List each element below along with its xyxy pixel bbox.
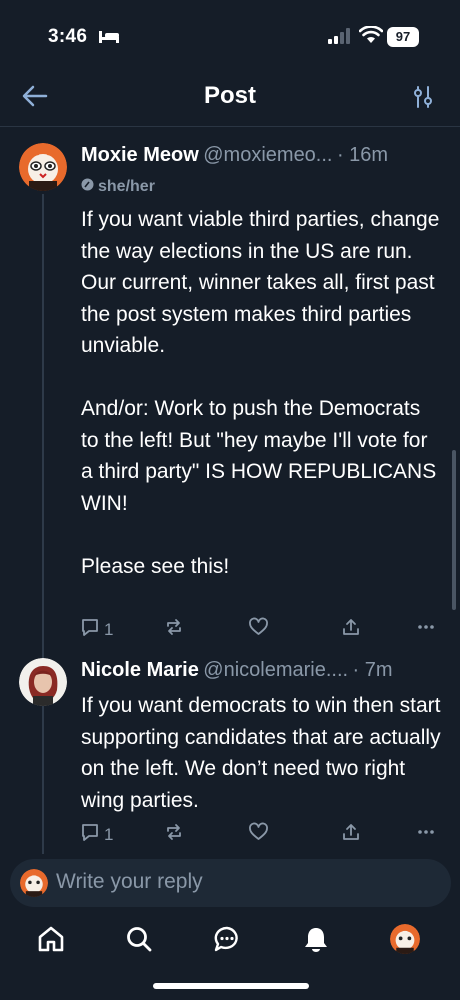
repost-button[interactable] — [164, 617, 184, 642]
author-handle[interactable]: @moxiemeo... — [203, 144, 332, 166]
repost-button[interactable] — [164, 822, 184, 847]
post-time: · 7m — [352, 659, 393, 681]
header-divider — [0, 126, 460, 127]
chat-icon[interactable] — [213, 925, 241, 958]
page-title: Post — [203, 82, 256, 109]
filter-icon[interactable] — [412, 85, 434, 114]
scrollbar[interactable] — [452, 450, 456, 610]
reply-icon — [80, 617, 100, 642]
reply-avatar — [20, 869, 48, 897]
post-text: If you want democrats to win then start … — [81, 694, 441, 812]
profile-avatar[interactable] — [390, 924, 420, 954]
like-button[interactable] — [248, 822, 269, 847]
reply-button[interactable]: 1 — [80, 617, 113, 642]
avatar[interactable] — [19, 658, 67, 706]
reply-icon — [80, 822, 100, 847]
more-icon — [416, 822, 436, 847]
author-name[interactable]: Moxie Meow — [81, 144, 199, 166]
share-button[interactable] — [341, 822, 361, 847]
more-icon — [416, 617, 436, 642]
pronouns: she/her — [98, 178, 155, 195]
like-button[interactable] — [248, 617, 269, 642]
wifi-icon — [358, 25, 384, 49]
post-time: · 16m — [336, 144, 389, 166]
signal-icon — [328, 28, 350, 49]
author-name[interactable]: Nicole Marie — [81, 659, 199, 681]
post-header: Moxie Meow @moxiemeo... · 16m — [81, 144, 388, 167]
post-header: Nicole Marie @nicolemarie.... · 7m — [81, 659, 393, 682]
more-button[interactable] — [416, 617, 436, 642]
repost-icon — [164, 617, 184, 642]
status-time: 3:46 — [48, 26, 88, 47]
reply-button[interactable]: 1 — [80, 822, 113, 847]
more-button[interactable] — [416, 822, 436, 847]
share-button[interactable] — [341, 617, 361, 642]
avatar[interactable] — [19, 143, 67, 191]
notifications-icon[interactable] — [302, 925, 330, 958]
like-icon — [248, 822, 269, 847]
thread-line — [42, 194, 44, 854]
battery-icon: 97 — [387, 27, 419, 47]
repost-icon — [164, 822, 184, 847]
reply-count: 1 — [104, 824, 114, 844]
author-handle[interactable]: @nicolemarie.... — [203, 659, 348, 681]
pronoun-icon — [81, 178, 94, 196]
share-icon — [341, 617, 361, 642]
search-icon[interactable] — [125, 925, 153, 958]
reply-input[interactable]: Write your reply — [56, 870, 203, 894]
like-icon — [248, 617, 269, 642]
pronouns-row: she/her — [81, 178, 155, 196]
share-icon — [341, 822, 361, 847]
post-text: If you want viable third parties, change… — [81, 208, 440, 578]
reply-count: 1 — [104, 619, 114, 639]
bed-icon — [98, 30, 120, 49]
home-indicator — [153, 983, 309, 989]
home-icon[interactable] — [37, 925, 65, 958]
